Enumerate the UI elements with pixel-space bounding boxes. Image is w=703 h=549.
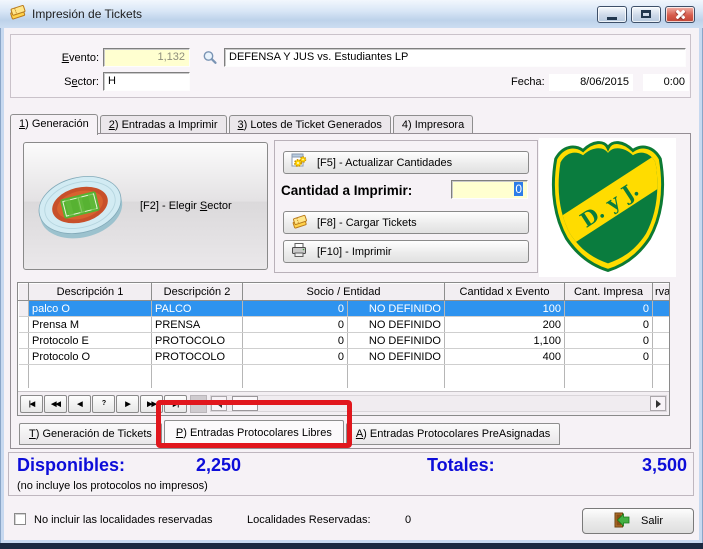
cantidad-imprimir-label: Cantidad a Imprimir: — [281, 183, 412, 198]
col-descripcion-1: Descripción 1 — [29, 284, 152, 301]
actualizar-label: [F5] - Actualizar Cantidades — [317, 157, 452, 169]
no-incluir-checkbox-label: No incluir las localidades reservadas — [34, 514, 213, 526]
printer-icon — [291, 242, 307, 261]
print-actions-panel: [F5] - Actualizar Cantidades Cantidad a … — [274, 140, 538, 273]
grid-table: Descripción 1 Descripción 2 Socio / Enti… — [18, 283, 670, 388]
totales-value: 3,500 — [559, 455, 687, 476]
close-icon — [675, 9, 686, 20]
grid-header-row: Descripción 1 Descripción 2 Socio / Enti… — [19, 284, 671, 301]
imprimir-button[interactable]: [F10] - Imprimir — [283, 240, 529, 263]
salir-label: Salir — [641, 515, 663, 527]
totales-label: Totales: — [427, 455, 495, 476]
exit-door-icon — [613, 512, 631, 531]
disponibles-label: Disponibles: — [17, 455, 125, 476]
sector-label: Sector: — [57, 76, 99, 88]
nav-prior-page-button[interactable]: ◀◀ — [44, 395, 67, 413]
right-triangle-icon — [656, 400, 665, 408]
grid-empty-area — [19, 365, 671, 388]
no-incluir-checkbox[interactable] — [14, 513, 26, 525]
cargar-tickets-button[interactable]: [F8] - Cargar Tickets — [283, 211, 529, 234]
cargar-label: [F8] - Cargar Tickets — [317, 217, 417, 229]
tickets-icon — [291, 214, 307, 232]
tab-entradas-protocolares-libres[interactable]: P) Entradas Protocolares Libres — [164, 420, 344, 445]
grid-navigator: |◀ ◀◀ ◀ ? ▶ ▶▶ ▶| — [18, 391, 669, 415]
elegir-sector-label: [F2] - Elegir Sector — [140, 200, 232, 212]
nav-prior-button[interactable]: ◀ — [68, 395, 91, 413]
col-descripcion-2: Descripción 2 — [152, 284, 243, 301]
imprimir-label: [F10] - Imprimir — [317, 246, 392, 258]
hora-value: 0:00 — [643, 74, 689, 91]
search-icon[interactable] — [202, 50, 218, 66]
bottom-tabstrip: T) Generación de Tickets P) Entradas Pro… — [19, 420, 562, 445]
close-button[interactable] — [665, 6, 695, 23]
col-cant-impresa: Cant. Impresa — [565, 284, 653, 301]
scroll-right-arrow[interactable] — [650, 396, 666, 411]
selected-text: 0 — [514, 182, 523, 196]
evento-input[interactable]: 1,132 — [103, 48, 190, 67]
left-triangle-icon — [213, 400, 222, 408]
tab-page-generacion: [F2] - Elegir Sector [F5] - Actualizar C… — [10, 133, 691, 449]
evento-label: Evento: — [57, 52, 99, 64]
tickets-grid: Descripción 1 Descripción 2 Socio / Enti… — [17, 282, 670, 416]
nav-spacer — [190, 395, 207, 413]
summary-note: (no incluye los protocolos no impresos) — [17, 480, 208, 492]
fecha-value: 8/06/2015 — [549, 74, 633, 91]
event-header-panel: Evento: 1,132 DEFENSA Y JUS vs. Estudian… — [10, 34, 691, 98]
tickets-icon — [8, 4, 26, 25]
tab-generacion-de-tickets[interactable]: T) Generación de Tickets — [19, 423, 162, 445]
col-socio-entidad: Socio / Entidad — [243, 284, 445, 301]
nav-next-page-button[interactable]: ▶▶ — [140, 395, 163, 413]
minimize-button[interactable] — [597, 6, 627, 23]
app-window: Impresión de Tickets Evento: 1,132 DEFEN… — [0, 0, 703, 549]
grid-corner — [19, 284, 29, 301]
disponibles-value: 2,250 — [117, 455, 241, 476]
maximize-button[interactable] — [631, 6, 661, 23]
cantidad-imprimir-input[interactable]: 0 — [451, 180, 528, 199]
salir-button[interactable]: Salir — [582, 508, 694, 534]
tab-lotes-de-ticket[interactable]: 3) Lotes de Ticket Generados — [229, 115, 391, 134]
club-shield-logo: D. y J. — [539, 138, 676, 277]
fecha-label: Fecha: — [511, 76, 545, 88]
evento-nombre-field[interactable]: DEFENSA Y JUS vs. Estudiantes LP — [224, 48, 686, 67]
tab-impresora[interactable]: 4) Impresora — [393, 115, 473, 134]
client-area: Evento: 1,132 DEFENSA Y JUS vs. Estudian… — [4, 28, 699, 540]
grid-row[interactable]: Protocolo OPROTOCOLO 0NO DEFINIDO 4000 — [19, 349, 671, 365]
localidades-reservadas-value: 0 — [405, 514, 411, 526]
stadium-icon — [30, 161, 130, 252]
actualizar-cantidades-button[interactable]: [F5] - Actualizar Cantidades — [283, 151, 529, 174]
grid-row[interactable]: Prensa MPRENSA 0NO DEFINIDO 2000 — [19, 317, 671, 333]
maximize-icon — [641, 10, 651, 18]
elegir-sector-button[interactable]: [F2] - Elegir Sector — [23, 142, 268, 270]
main-tabstrip: 1) Generación 2) Entradas a Imprimir 3) … — [10, 112, 475, 134]
sector-input[interactable]: H — [103, 72, 190, 91]
grid-row-selected[interactable]: palco OPALCO 0NO DEFINIDO 1000 — [19, 301, 671, 317]
col-rva: rva. — [653, 284, 671, 301]
titlebar: Impresión de Tickets — [0, 0, 703, 28]
grid-horizontal-scrollbar[interactable] — [210, 395, 667, 412]
summary-panel: Disponibles: 2,250 Totales: 3,500 (no in… — [8, 452, 694, 496]
gears-icon — [291, 153, 307, 172]
localidades-reservadas-label: Localidades Reservadas: — [247, 514, 371, 526]
tab-generacion[interactable]: 1) Generación — [10, 114, 98, 135]
footer-bar: No incluir las localidades reservadas Lo… — [4, 504, 699, 540]
window-controls — [593, 6, 695, 23]
minimize-icon — [607, 17, 617, 20]
window-title: Impresión de Tickets — [32, 7, 142, 21]
nav-first-button[interactable]: |◀ — [20, 395, 43, 413]
nav-locate-button[interactable]: ? — [92, 395, 115, 413]
grid-row[interactable]: Protocolo EPROTOCOLO 0NO DEFINIDO 1,1000 — [19, 333, 671, 349]
scroll-thumb[interactable] — [232, 396, 258, 411]
col-cantidad-evento: Cantidad x Evento — [445, 284, 565, 301]
nav-last-button[interactable]: ▶| — [164, 395, 187, 413]
scroll-left-arrow[interactable] — [211, 396, 227, 411]
tab-entradas-a-imprimir[interactable]: 2) Entradas a Imprimir — [100, 115, 227, 134]
nav-next-button[interactable]: ▶ — [116, 395, 139, 413]
tab-entradas-protocolares-preasignadas[interactable]: A) Entradas Protocolares PreAsignadas — [346, 423, 560, 445]
